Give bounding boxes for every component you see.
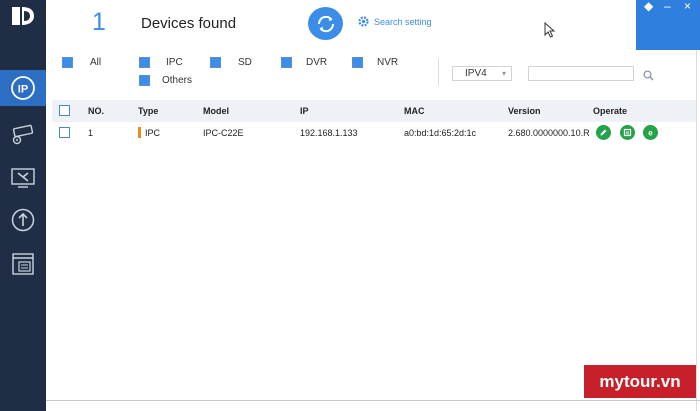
svg-text:IP: IP [18, 84, 28, 96]
column-version: Version [508, 106, 541, 116]
filter-ipc-checkbox[interactable] [139, 57, 150, 68]
app-logo-icon [8, 4, 38, 28]
sidebar-item-upgrade[interactable] [4, 202, 42, 238]
row-mac: a0:bd:1d:65:2d:1c [404, 128, 477, 138]
tools-icon [11, 168, 35, 188]
filter-nvr-checkbox[interactable] [352, 57, 363, 68]
watermark: mytour.vn [584, 365, 696, 398]
window-right-border [696, 50, 697, 411]
filter-divider [438, 58, 439, 86]
search-icon[interactable] [643, 68, 654, 86]
web-button[interactable] [620, 125, 635, 140]
sidebar-item-window-list[interactable] [4, 246, 42, 282]
edit-icon [600, 129, 607, 136]
filter-all-checkbox[interactable] [62, 57, 73, 68]
column-mac: MAC [404, 106, 425, 116]
sidebar-item-ip-devices[interactable]: IP [0, 70, 46, 106]
select-all-rows-checkbox[interactable] [59, 105, 70, 116]
filter-ipc-label: IPC [166, 57, 183, 68]
svg-text:e: e [648, 129, 653, 138]
window-bottom-border [46, 400, 700, 401]
upgrade-icon [11, 208, 35, 232]
filter-dvr-checkbox[interactable] [281, 57, 292, 68]
chevron-down-icon: ▾ [501, 69, 506, 78]
search-setting-button[interactable]: Search setting [357, 15, 432, 28]
web-icon [623, 128, 632, 137]
sidebar: IP [0, 0, 46, 411]
refresh-button[interactable] [308, 7, 343, 40]
row-checkbox[interactable] [59, 127, 70, 138]
config-icon: e [648, 129, 653, 138]
row-type: IPC [145, 128, 161, 138]
window-list-icon [12, 253, 34, 275]
gear-icon [358, 16, 369, 27]
row-model: IPC-C22E [203, 128, 244, 138]
protocol-select-value: IPV4 [465, 68, 487, 79]
filter-nvr-label: NVR [377, 57, 399, 68]
column-ip: IP [300, 106, 309, 116]
search-setting-label: Search setting [374, 16, 432, 27]
minimize-button[interactable]: – [664, 0, 671, 12]
ip-device-icon: IP [11, 76, 35, 100]
close-button[interactable]: × [684, 0, 691, 12]
filter-sd-label: SD [238, 57, 252, 68]
filter-sd-checkbox[interactable] [210, 57, 221, 68]
column-model: Model [203, 106, 229, 116]
camera-settings-icon [12, 124, 34, 145]
filter-all-label: All [90, 57, 102, 68]
refresh-icon [317, 15, 334, 32]
menu-icon[interactable]: ◆ [644, 0, 653, 12]
column-operate: Operate [593, 106, 628, 116]
sidebar-item-tools[interactable] [4, 160, 42, 196]
device-search-input[interactable] [528, 66, 634, 81]
type-marker [138, 127, 141, 138]
device-count: 1 [92, 8, 106, 36]
row-version: 2.680.0000000.10.R [508, 128, 590, 138]
sidebar-item-camera-settings[interactable] [4, 117, 42, 153]
filter-others-label: Others [162, 75, 193, 86]
filter-dvr-label: DVR [306, 57, 328, 68]
protocol-select[interactable]: IPV4 ▾ [452, 66, 512, 81]
column-no: NO. [88, 106, 105, 116]
row-ip: 192.168.1.133 [300, 128, 358, 138]
filter-others-checkbox[interactable] [139, 75, 150, 86]
edit-button[interactable] [596, 125, 611, 140]
window-title-area: ◆ – × [636, 0, 700, 50]
row-no: 1 [88, 128, 94, 138]
config-button[interactable]: e [643, 125, 658, 140]
mouse-cursor-icon [544, 21, 556, 43]
column-type: Type [138, 106, 159, 116]
page-title: Devices found [141, 15, 237, 32]
